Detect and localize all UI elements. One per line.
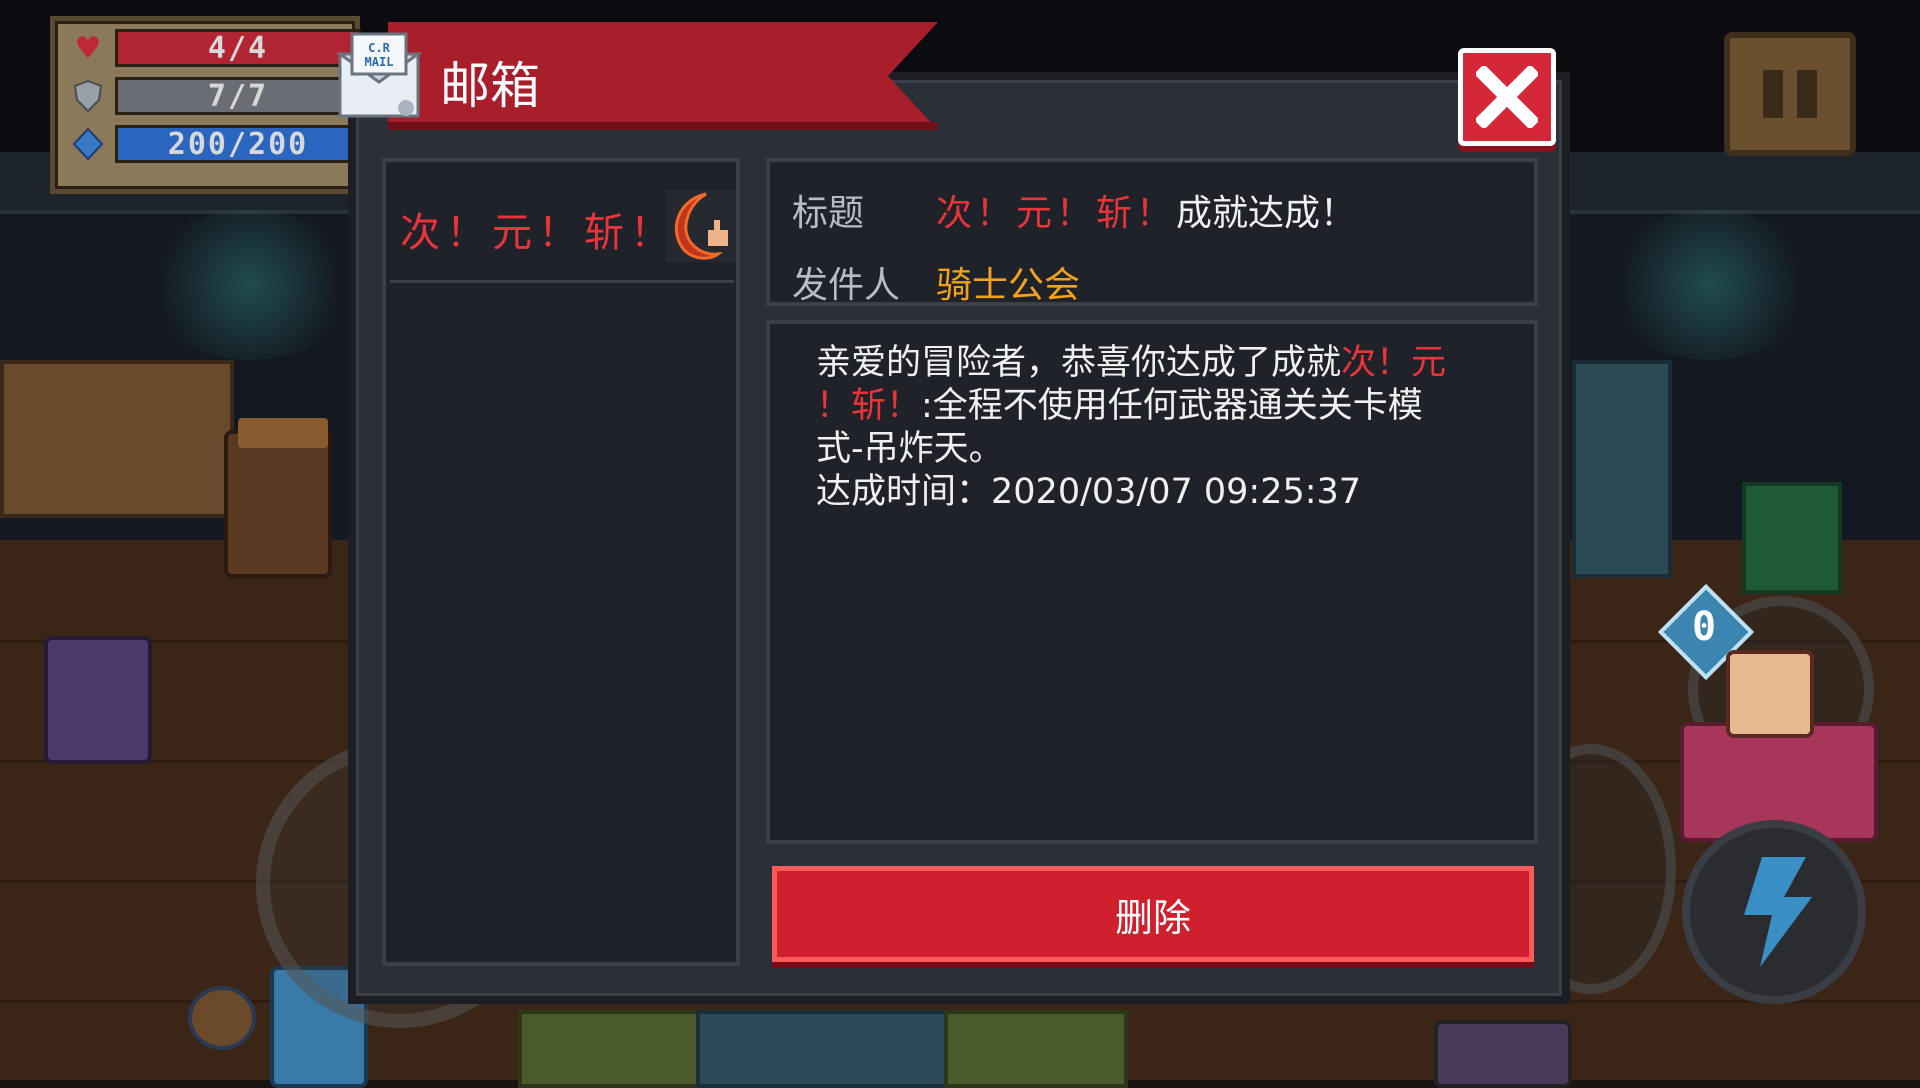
- achievement-name-part: 次！元: [1341, 343, 1447, 383]
- mailbox-title: 邮箱: [440, 57, 540, 115]
- subject-label: 标题: [792, 193, 865, 234]
- achieved-time-value: 2020/03/07 09:25:37: [991, 472, 1362, 512]
- green-chest[interactable]: [1742, 482, 1842, 594]
- delete-button[interactable]: 删除: [772, 866, 1534, 962]
- body-text-segment: 式-吊炸天。: [816, 429, 1004, 469]
- achievement-name-part: ！斩！: [816, 386, 922, 426]
- delete-button-label: 删除: [1114, 895, 1191, 940]
- mail-list-item[interactable]: 次！元！斩！: [390, 170, 736, 283]
- sender-label: 发件人: [792, 265, 901, 306]
- sender-value: 骑士公会: [936, 265, 1081, 306]
- achieved-time-label: 达成时间：: [816, 472, 992, 512]
- subject-highlight: 次！元！斩！: [936, 193, 1177, 234]
- mail-list: 次！元！斩！: [382, 158, 740, 966]
- pause-button[interactable]: [1724, 32, 1856, 156]
- crescent-blade-icon: [666, 190, 736, 262]
- mail-body: 亲爱的冒险者，恭喜你达成了成就次！元 ！斩！:全程不使用任何武器通关关卡模 式-…: [766, 320, 1538, 844]
- body-text-segment: 亲爱的冒险者，恭喜你达成了成就: [816, 343, 1342, 383]
- player-stats-panel: ♥ 4/4 7/7 200/200: [50, 16, 361, 194]
- mail-list-item-title: 次！元！斩！: [400, 210, 676, 256]
- close-icon: [1476, 66, 1538, 128]
- mail-header: 标题 次！元！斩！成就达成！ 发件人 骑士公会: [766, 158, 1538, 306]
- subject-value: 次！元！斩！成就达成！: [936, 184, 1356, 236]
- wooden-shelf: [0, 360, 234, 518]
- diamond-icon: [69, 127, 107, 161]
- armor-bar: 7/7: [115, 77, 361, 115]
- hp-value: 4/4: [207, 30, 269, 66]
- ammo-count: 0: [1691, 604, 1717, 650]
- witch-character[interactable]: [44, 636, 152, 764]
- hp-bar: 4/4: [115, 29, 361, 67]
- pause-icon: [1763, 70, 1783, 118]
- subject-rest: 成就达成！: [1176, 193, 1357, 234]
- pot-object: [188, 986, 256, 1050]
- energy-bar: 200/200: [115, 125, 361, 163]
- skill-button[interactable]: [1682, 820, 1866, 1004]
- mail-icon: C.R MAIL: [335, 30, 423, 120]
- cabinet: [1572, 360, 1672, 578]
- cowboy-npc[interactable]: [224, 430, 332, 578]
- svg-text:MAIL: MAIL: [365, 55, 394, 69]
- heart-icon: ♥: [74, 30, 102, 66]
- lightning-icon: [1744, 857, 1812, 967]
- top-hat-character[interactable]: [1434, 1020, 1572, 1088]
- body-text-segment: :全程不使用任何武器通关关卡模: [921, 386, 1423, 426]
- shield-icon: [69, 79, 107, 113]
- energy-value: 200/200: [167, 126, 309, 162]
- mail-body-text: 亲爱的冒险者，恭喜你达成了成就次！元 ！斩！:全程不使用任何武器通关关卡模 式-…: [816, 342, 1496, 514]
- armor-value: 7/7: [207, 78, 269, 114]
- close-button[interactable]: [1458, 48, 1556, 146]
- svg-text:C.R: C.R: [368, 41, 390, 55]
